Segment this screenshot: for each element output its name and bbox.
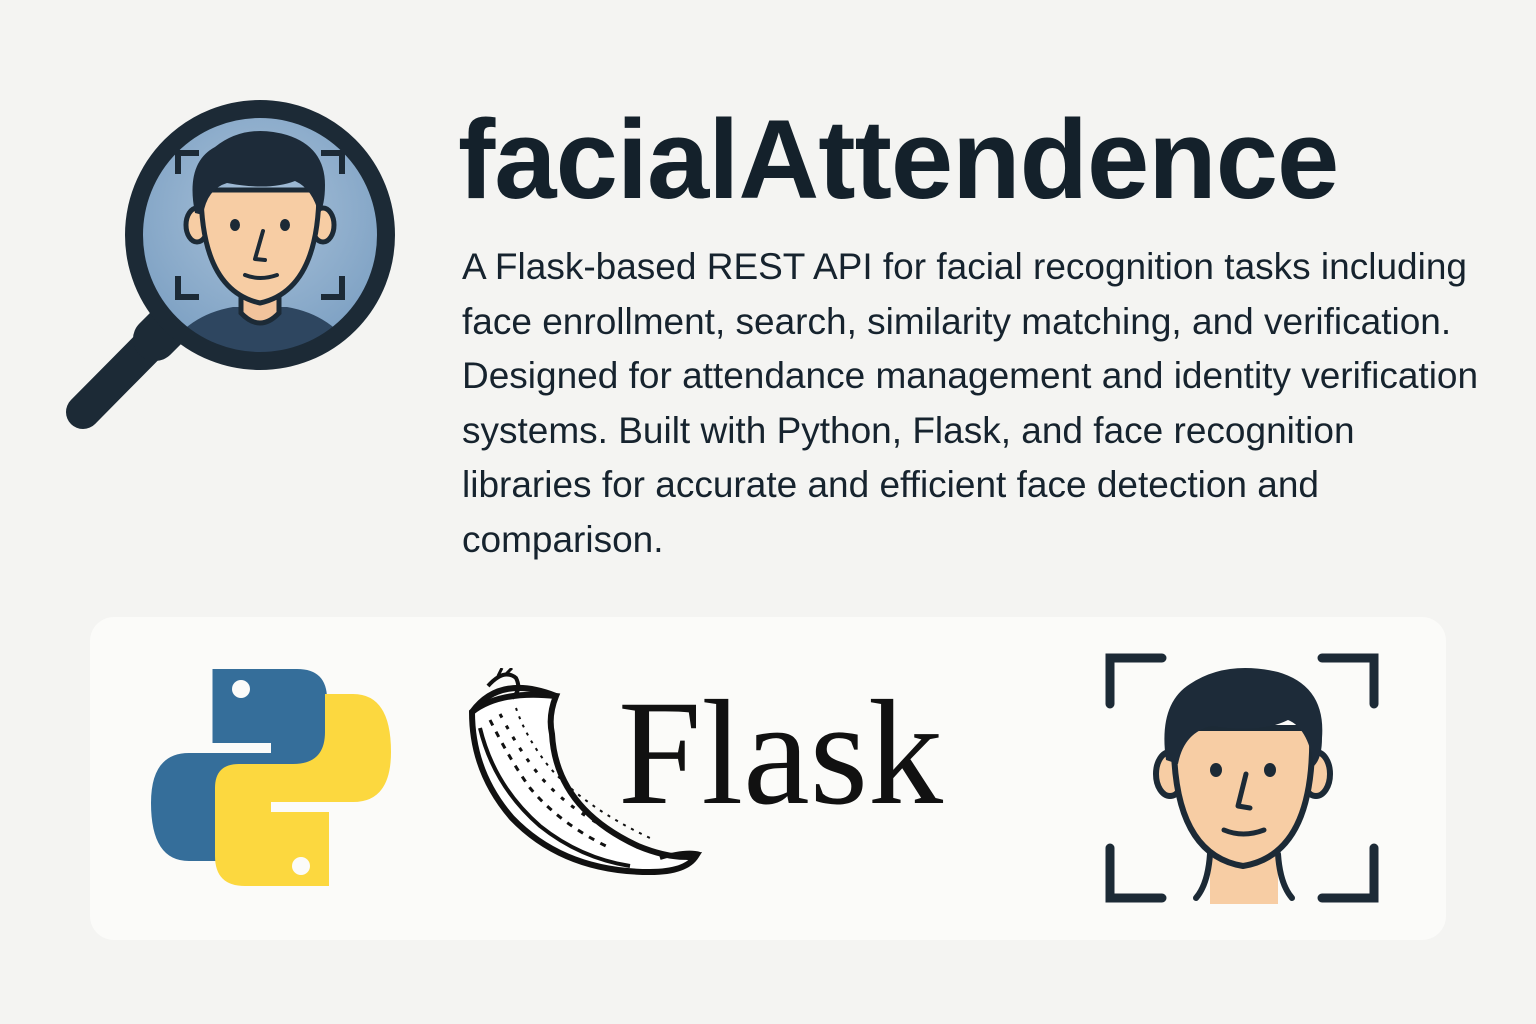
project-description: A Flask-based REST API for facial recogn… [462, 246, 1479, 560]
page-title: facialAttendence [458, 97, 1339, 222]
magnifier-face-icon [66, 100, 395, 429]
flask-wordmark: Flask [618, 670, 944, 836]
python-logo [151, 669, 391, 886]
face-scan-icon [1105, 653, 1379, 904]
